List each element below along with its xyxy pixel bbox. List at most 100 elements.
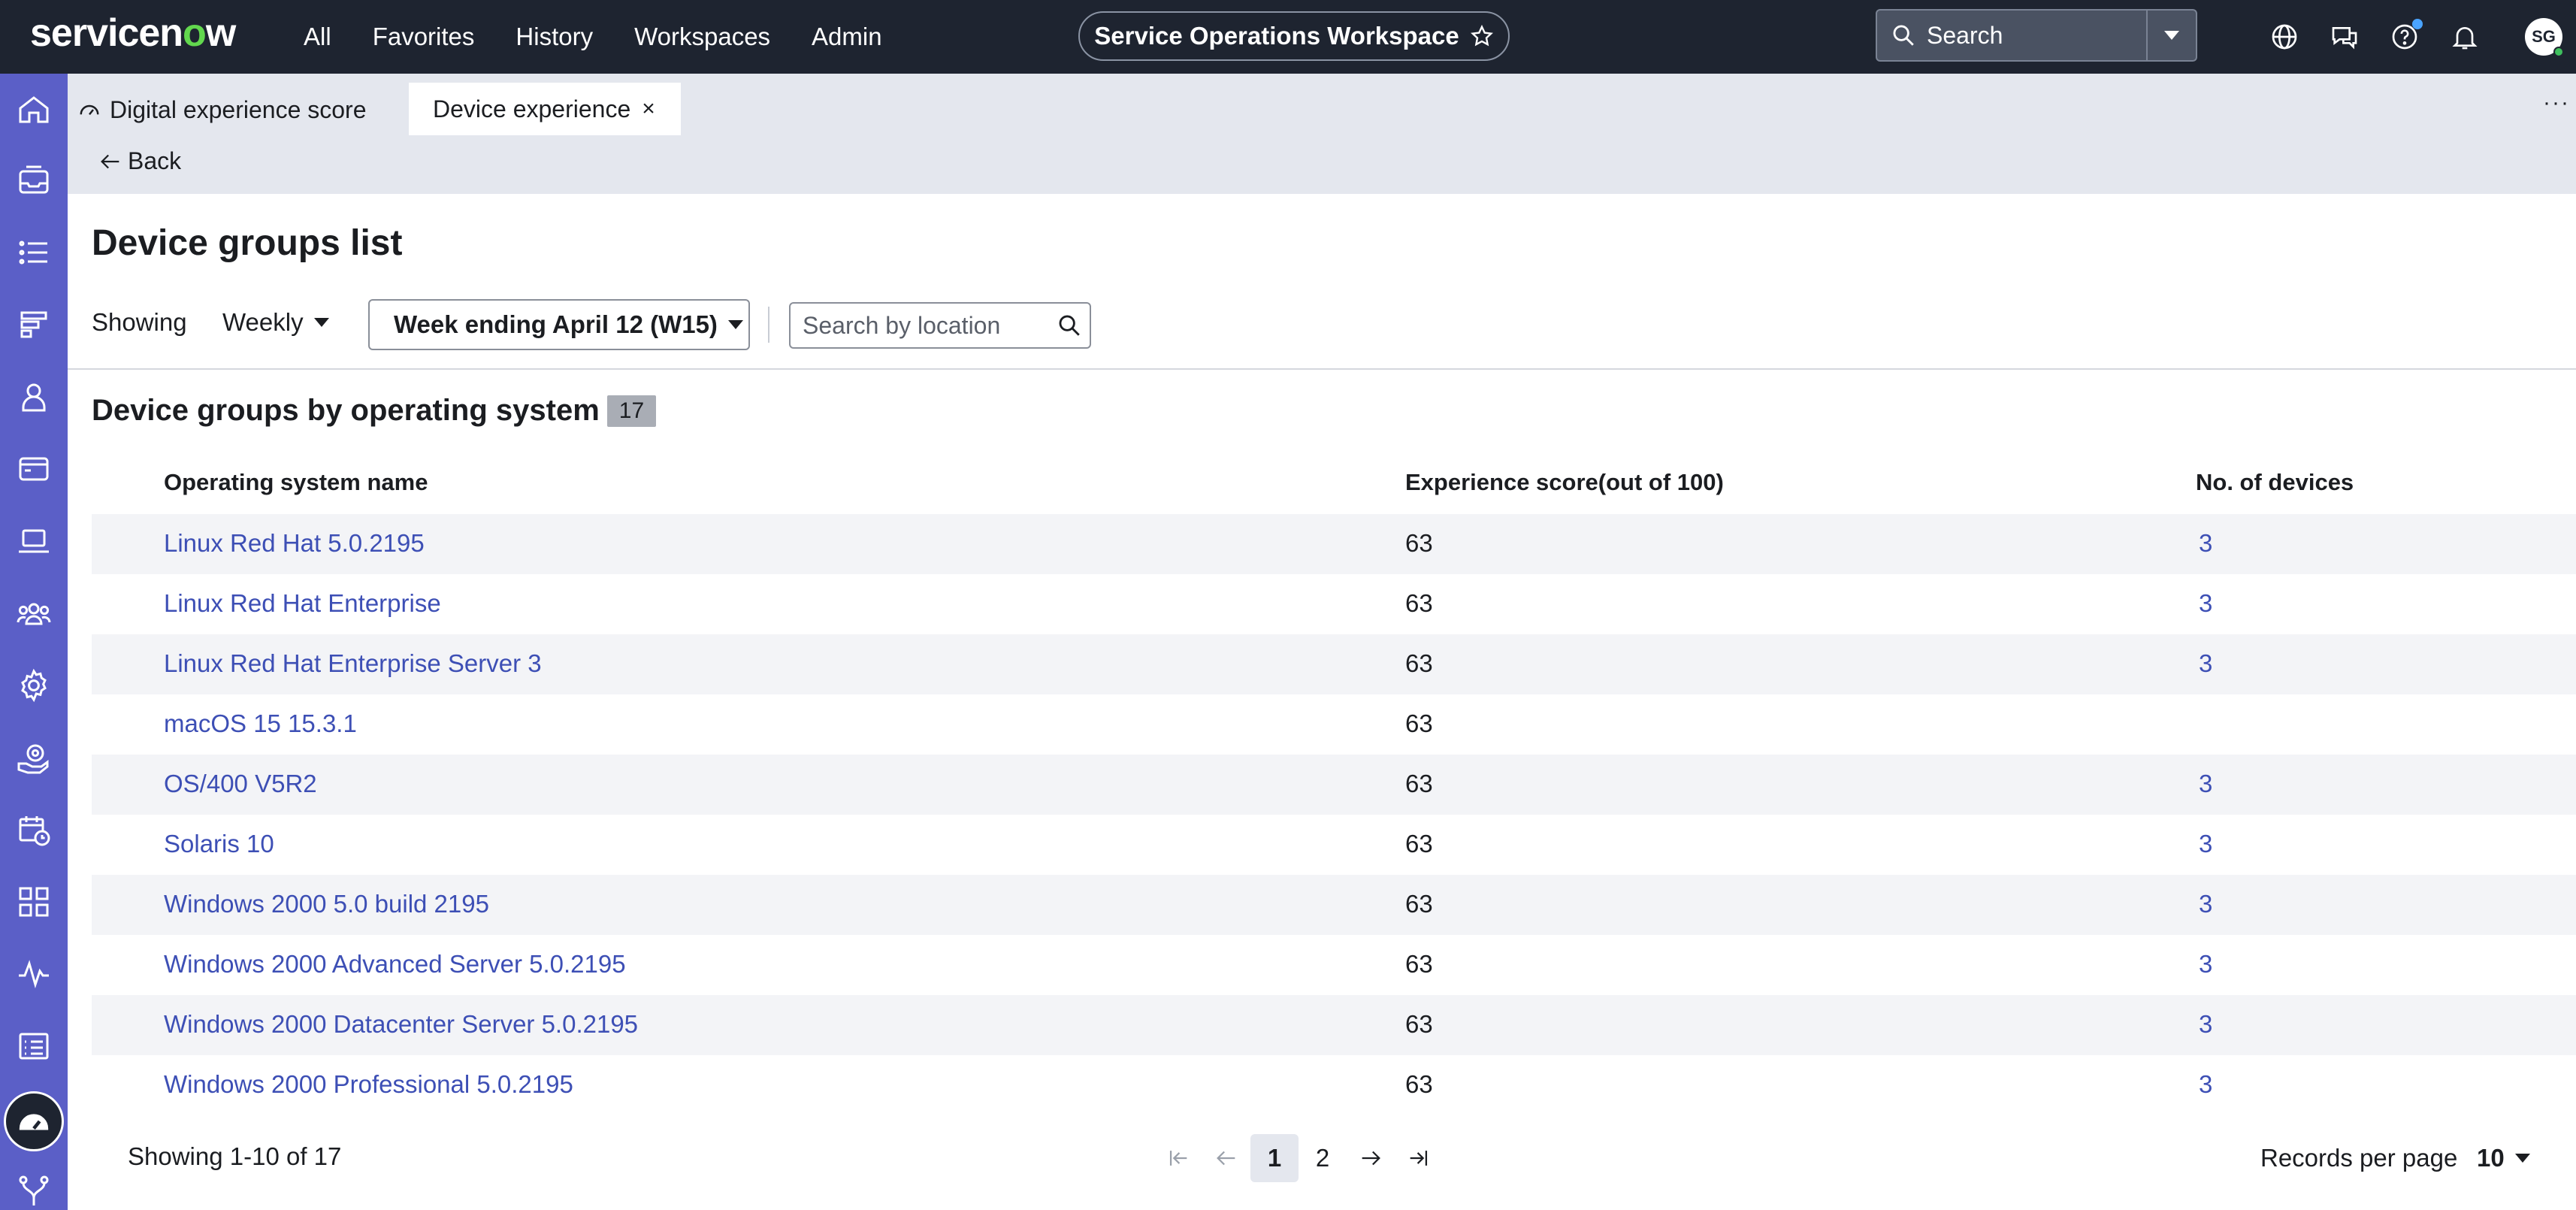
table-row: Linux Red Hat Enterprise Server 3 63 3 — [92, 634, 2576, 694]
laptop-icon[interactable] — [16, 523, 52, 559]
table-row: Windows 2000 Professional 5.0.2195 63 3 — [92, 1055, 2576, 1115]
browser-window-icon[interactable] — [16, 451, 52, 487]
top-nav-menu: All Favorites History Workspaces Admin — [304, 0, 924, 74]
inbox-icon[interactable] — [16, 162, 52, 198]
search-icon — [1893, 25, 1914, 46]
search-icon[interactable] — [1057, 313, 1082, 338]
back-label: Back — [128, 147, 182, 174]
experience-score: 63 — [1405, 830, 1433, 858]
device-groups-table: Operating system name Experience score(o… — [92, 454, 2576, 1115]
device-count-link[interactable]: 3 — [2199, 830, 2212, 858]
column-header-os-name[interactable]: Operating system name — [164, 469, 428, 496]
device-count-link[interactable]: 3 — [2199, 1010, 2212, 1039]
nav-history[interactable]: History — [516, 23, 593, 51]
workspace-title-pill[interactable]: Service Operations Workspace — [1078, 11, 1510, 61]
period-dropdown[interactable]: Weekly — [222, 308, 329, 337]
location-search-input[interactable]: Search by location — [789, 302, 1091, 349]
chevron-down-icon — [2514, 1154, 2530, 1163]
chevron-down-icon — [313, 318, 329, 327]
divider — [768, 307, 769, 343]
showing-label: Showing — [92, 308, 187, 336]
help-button[interactable] — [2390, 19, 2423, 52]
experience-score: 63 — [1405, 709, 1433, 737]
os-name-link[interactable]: Windows 2000 Professional 5.0.2195 — [164, 1070, 573, 1099]
servicenow-logo[interactable]: servicenow — [30, 11, 236, 56]
column-header-device-count[interactable]: No. of devices — [2196, 469, 2354, 496]
device-count-link[interactable]: 3 — [2199, 649, 2212, 678]
nav-workspaces[interactable]: Workspaces — [634, 23, 770, 51]
last-page-button[interactable] — [1395, 1134, 1443, 1182]
search-scope-dropdown[interactable] — [2146, 11, 2196, 60]
table-row: Windows 2000 Datacenter Server 5.0.2195 … — [92, 995, 2576, 1055]
close-tab-icon[interactable]: × — [636, 96, 661, 122]
tab-strip: Digital experience score Device experien… — [68, 74, 2576, 194]
list-icon[interactable] — [16, 234, 52, 271]
page-title: Device groups list — [92, 223, 403, 263]
bell-icon[interactable] — [2450, 22, 2480, 52]
favorite-star-icon[interactable] — [1470, 24, 1494, 48]
activity-pulse-icon[interactable] — [16, 956, 52, 992]
nav-all[interactable]: All — [304, 23, 331, 51]
tab-digital-experience-score[interactable]: Digital experience score — [78, 87, 367, 132]
notification-dot — [2412, 19, 2423, 29]
global-search[interactable]: Search — [1876, 9, 2197, 62]
gear-icon[interactable] — [16, 667, 52, 703]
section-title-text: Device groups by operating system — [92, 394, 600, 427]
branch-icon[interactable] — [16, 1172, 52, 1208]
previous-page-button[interactable] — [1202, 1134, 1250, 1182]
section-title: Device groups by operating system 17 — [92, 394, 657, 428]
device-count-link[interactable]: 3 — [2199, 529, 2212, 558]
device-count-link[interactable]: 3 — [2199, 950, 2212, 979]
records-summary: Showing 1-10 of 17 — [128, 1142, 342, 1170]
globe-icon[interactable] — [2269, 22, 2299, 52]
records-per-page-dropdown[interactable]: 10 — [2477, 1144, 2530, 1172]
period-value: Weekly — [222, 308, 304, 336]
next-page-button[interactable] — [1347, 1134, 1395, 1182]
os-name-link[interactable]: macOS 15 15.3.1 — [164, 709, 357, 738]
workspace-title: Service Operations Workspace — [1094, 22, 1459, 50]
device-count-link[interactable]: 3 — [2199, 589, 2212, 618]
device-count-link[interactable]: 3 — [2199, 770, 2212, 798]
first-page-button[interactable] — [1154, 1134, 1202, 1182]
pager: 1 2 — [1154, 1132, 1443, 1184]
group-icon[interactable] — [16, 595, 52, 631]
report-icon[interactable] — [16, 307, 52, 343]
experience-score: 63 — [1405, 649, 1433, 677]
tab-device-experience[interactable]: Device experience × — [409, 83, 681, 135]
column-header-experience-score[interactable]: Experience score(out of 100) — [1405, 469, 1724, 496]
page-2-button[interactable]: 2 — [1299, 1134, 1347, 1182]
home-icon[interactable] — [16, 92, 52, 128]
os-name-link[interactable]: Linux Red Hat Enterprise — [164, 589, 441, 618]
experience-score: 63 — [1405, 1010, 1433, 1038]
first-page-icon — [1169, 1151, 1187, 1166]
user-icon[interactable] — [16, 379, 52, 415]
page-1-button[interactable]: 1 — [1250, 1134, 1299, 1182]
dashboard-gauge-icon[interactable] — [4, 1091, 64, 1151]
os-name-link[interactable]: Windows 2000 5.0 build 2195 — [164, 890, 489, 918]
more-options-icon[interactable]: ··· — [2543, 90, 2570, 116]
os-name-link[interactable]: OS/400 V5R2 — [164, 770, 317, 798]
chat-icon[interactable] — [2330, 22, 2360, 52]
experience-score: 63 — [1405, 1070, 1433, 1098]
avatar-initials: SG — [2532, 27, 2556, 46]
global-search-placeholder: Search — [1927, 21, 2003, 49]
os-name-link[interactable]: Linux Red Hat 5.0.2195 — [164, 529, 425, 558]
experience-score: 63 — [1405, 890, 1433, 918]
os-name-link[interactable]: Windows 2000 Advanced Server 5.0.2195 — [164, 950, 626, 979]
nav-admin[interactable]: Admin — [812, 23, 882, 51]
arrow-left-icon — [101, 154, 119, 168]
left-sidebar — [0, 74, 68, 1210]
week-dropdown[interactable]: Week ending April 12 (W15) — [368, 299, 750, 350]
apps-grid-icon[interactable] — [16, 884, 52, 920]
back-button[interactable]: Back — [98, 147, 181, 175]
os-name-link[interactable]: Windows 2000 Datacenter Server 5.0.2195 — [164, 1010, 638, 1039]
checklist-icon[interactable] — [16, 1028, 52, 1064]
user-avatar[interactable]: SG — [2525, 18, 2564, 57]
calendar-clock-icon[interactable] — [16, 812, 52, 848]
os-name-link[interactable]: Solaris 10 — [164, 830, 274, 858]
device-count-link[interactable]: 3 — [2199, 890, 2212, 918]
settings-hand-icon[interactable] — [16, 740, 52, 776]
nav-favorites[interactable]: Favorites — [373, 23, 475, 51]
os-name-link[interactable]: Linux Red Hat Enterprise Server 3 — [164, 649, 542, 678]
device-count-link[interactable]: 3 — [2199, 1070, 2212, 1099]
